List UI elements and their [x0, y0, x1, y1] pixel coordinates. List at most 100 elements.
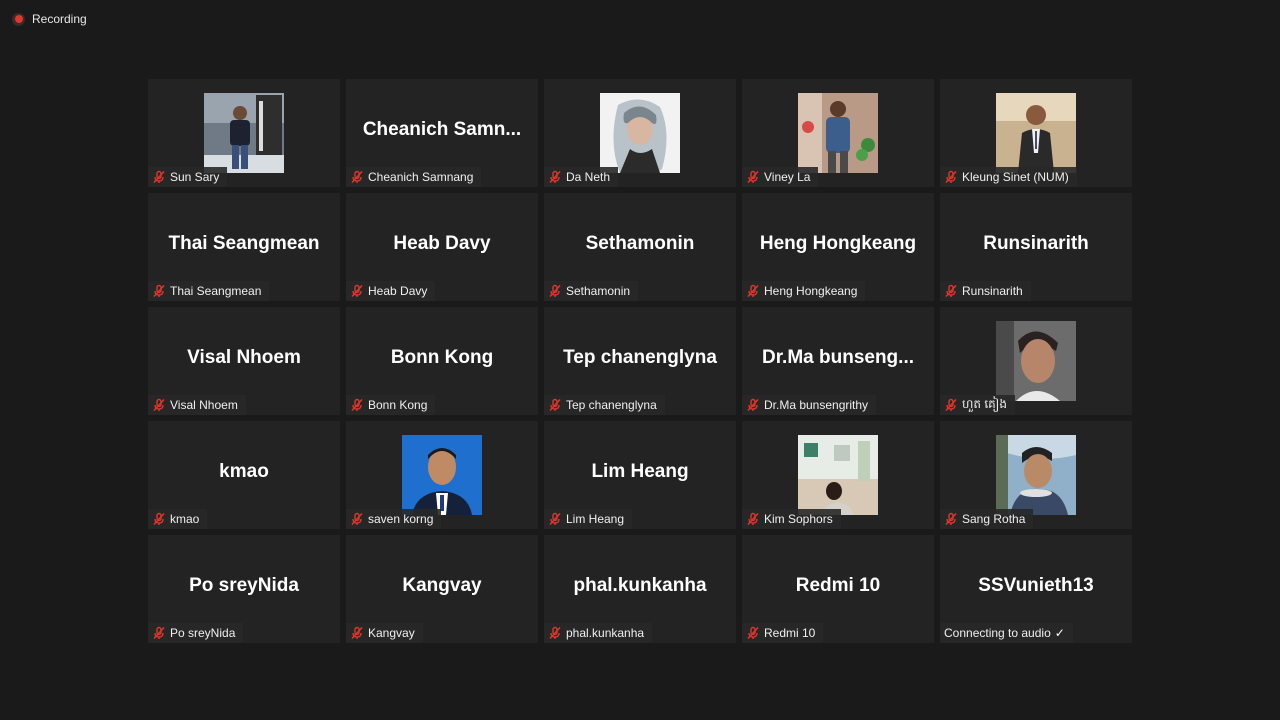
- participant-name-label: Bonn Kong: [346, 395, 436, 415]
- muted-mic-icon: [152, 398, 166, 412]
- participant-name: phal.kunkanha: [566, 626, 645, 640]
- participant-display-name: Heng Hongkeang: [759, 233, 917, 254]
- participant-display-name: kmao: [219, 461, 269, 482]
- participant-name-label: Heab Davy: [346, 281, 436, 301]
- participant-tile[interactable]: Kleung Sinet (NUM): [940, 79, 1132, 187]
- participant-tile[interactable]: Kim Sophors: [742, 421, 934, 529]
- participant-tile[interactable]: Visal Nhoem Visal Nhoem: [148, 307, 340, 415]
- muted-mic-icon: [746, 170, 760, 184]
- participant-name-label: Sethamonin: [544, 281, 639, 301]
- participant-tile[interactable]: Heab Davy Heab Davy: [346, 193, 538, 301]
- participant-display-name: Bonn Kong: [390, 347, 494, 368]
- muted-mic-icon: [152, 170, 166, 184]
- participant-name: Kleung Sinet (NUM): [962, 170, 1069, 184]
- participant-tile[interactable]: Sang Rotha: [940, 421, 1132, 529]
- participant-photo: [996, 321, 1076, 401]
- muted-mic-icon: [548, 626, 562, 640]
- participant-tile[interactable]: Kangvay Kangvay: [346, 535, 538, 643]
- muted-mic-icon: [944, 512, 958, 526]
- participant-tile[interactable]: Tep chanenglyna Tep chanenglyna: [544, 307, 736, 415]
- muted-mic-icon: [152, 626, 166, 640]
- participant-tile[interactable]: Bonn Kong Bonn Kong: [346, 307, 538, 415]
- participant-tile[interactable]: Heng Hongkeang Heng Hongkeang: [742, 193, 934, 301]
- participant-name: ហួត គៀង: [962, 397, 1007, 411]
- participant-tile[interactable]: Lim Heang Lim Heang: [544, 421, 736, 529]
- participant-tile[interactable]: Runsinarith Runsinarith: [940, 193, 1132, 301]
- participant-tile[interactable]: Da Neth: [544, 79, 736, 187]
- participant-name-label: saven korng: [346, 509, 442, 529]
- participant-display-name: Runsinarith: [983, 233, 1089, 254]
- muted-mic-icon: [944, 398, 958, 412]
- participant-display-name: Po sreyNida: [189, 575, 299, 596]
- muted-mic-icon: [548, 512, 562, 526]
- participant-name: Tep chanenglyna: [566, 398, 657, 412]
- participant-tile[interactable]: Dr.Ma bunseng... Dr.Ma bunsengrithy: [742, 307, 934, 415]
- participant-name: Connecting to audio: [944, 626, 1051, 640]
- participant-display-name: Visal Nhoem: [187, 347, 301, 368]
- participant-name: Redmi 10: [764, 626, 816, 640]
- check-icon: ✓: [1054, 626, 1065, 640]
- participant-name: Sethamonin: [566, 284, 631, 298]
- recording-indicator[interactable]: Recording: [12, 12, 87, 26]
- participant-name: Po sreyNida: [170, 626, 236, 640]
- participant-name: Dr.Ma bunsengrithy: [764, 398, 869, 412]
- muted-mic-icon: [548, 170, 562, 184]
- participant-display-name: Lim Heang: [591, 461, 689, 482]
- participant-photo: [204, 93, 284, 173]
- participant-name: Kim Sophors: [764, 512, 833, 526]
- participant-display-name: Cheanich Samn...: [362, 119, 522, 140]
- muted-mic-icon: [152, 284, 166, 298]
- participant-name: kmao: [170, 512, 200, 526]
- participant-photo: [600, 93, 680, 173]
- participant-name: Kangvay: [368, 626, 415, 640]
- participant-tile[interactable]: SSVunieth13 Connecting to audio ✓: [940, 535, 1132, 643]
- participant-name-label: Viney La: [742, 167, 819, 187]
- participant-tile[interactable]: ហួត គៀង: [940, 307, 1132, 415]
- muted-mic-icon: [350, 284, 364, 298]
- participant-tile[interactable]: Cheanich Samn... Cheanich Samnang: [346, 79, 538, 187]
- participant-name-label: phal.kunkanha: [544, 623, 653, 643]
- participant-display-name: Redmi 10: [795, 575, 881, 596]
- participant-tile[interactable]: Redmi 10 Redmi 10: [742, 535, 934, 643]
- muted-mic-icon: [944, 284, 958, 298]
- participant-name-label: Kim Sophors: [742, 509, 841, 529]
- muted-mic-icon: [350, 626, 364, 640]
- participant-name-label: Heng Hongkeang: [742, 281, 866, 301]
- muted-mic-icon: [350, 170, 364, 184]
- participant-name-label: Connecting to audio ✓: [940, 623, 1073, 643]
- muted-mic-icon: [746, 512, 760, 526]
- participant-name-label: Kangvay: [346, 623, 423, 643]
- participant-name-label: Lim Heang: [544, 509, 633, 529]
- participant-name: Cheanich Samnang: [368, 170, 474, 184]
- muted-mic-icon: [944, 170, 958, 184]
- participant-name-label: Runsinarith: [940, 281, 1031, 301]
- participant-tile[interactable]: phal.kunkanha phal.kunkanha: [544, 535, 736, 643]
- participant-tile[interactable]: Thai Seangmean Thai Seangmean: [148, 193, 340, 301]
- participant-name-label: Sun Sary: [148, 167, 228, 187]
- participant-tile[interactable]: kmao kmao: [148, 421, 340, 529]
- participant-name: Viney La: [764, 170, 811, 184]
- participant-display-name: phal.kunkanha: [573, 575, 707, 596]
- participant-name: Heng Hongkeang: [764, 284, 858, 298]
- participant-display-name: SSVunieth13: [978, 575, 1094, 596]
- participant-name-label: Visal Nhoem: [148, 395, 246, 415]
- muted-mic-icon: [746, 284, 760, 298]
- participant-name-label: kmao: [148, 509, 208, 529]
- participant-name-label: Redmi 10: [742, 623, 824, 643]
- participant-tile[interactable]: Po sreyNida Po sreyNida: [148, 535, 340, 643]
- participant-tile[interactable]: Viney La: [742, 79, 934, 187]
- muted-mic-icon: [548, 284, 562, 298]
- participant-tile[interactable]: Sun Sary: [148, 79, 340, 187]
- participant-tile[interactable]: Sethamonin Sethamonin: [544, 193, 736, 301]
- participant-photo: [798, 435, 878, 515]
- participant-name-label: Da Neth: [544, 167, 619, 187]
- participant-tile[interactable]: saven korng: [346, 421, 538, 529]
- participant-display-name: Sethamonin: [585, 233, 695, 254]
- recording-dot-icon: [12, 12, 25, 26]
- muted-mic-icon: [746, 398, 760, 412]
- participant-display-name: Heab Davy: [393, 233, 491, 254]
- participant-name-label: Dr.Ma bunsengrithy: [742, 395, 877, 415]
- participant-photo: [798, 93, 878, 173]
- participant-name: Heab Davy: [368, 284, 428, 298]
- participant-name: Visal Nhoem: [170, 398, 238, 412]
